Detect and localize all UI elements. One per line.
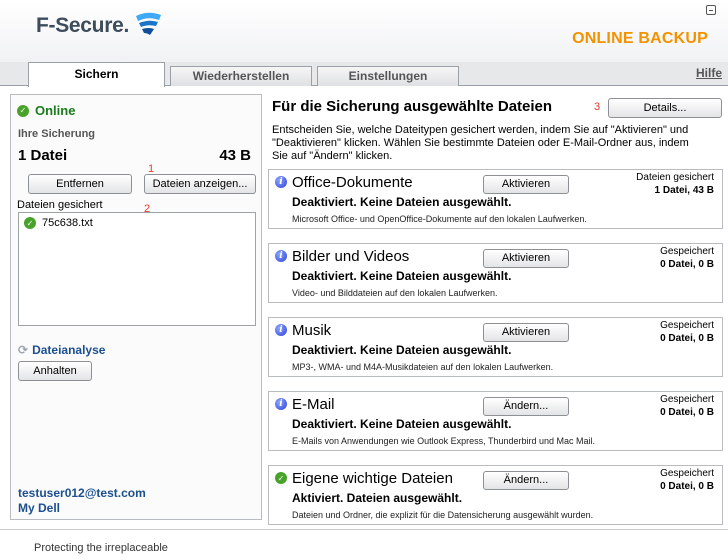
app-header: F-Secure. ONLINE BACKUP	[0, 0, 728, 62]
category-meta-value: 0 Datei, 0 B	[660, 333, 714, 344]
show-files-button[interactable]: Dateien anzeigen...	[144, 174, 256, 194]
check-icon: ✓	[17, 104, 29, 117]
info-icon: i	[275, 176, 287, 188]
category-meta-value: 0 Datei, 0 B	[660, 407, 714, 418]
activate-office-button[interactable]: Aktivieren	[483, 175, 569, 194]
app-footer: Protecting the irreplaceable	[0, 530, 728, 560]
backup-label: Ihre Sicherung	[18, 128, 96, 140]
category-title: Musik	[292, 322, 332, 339]
category-description: Microsoft Office- und OpenOffice-Dokumen…	[292, 214, 587, 224]
tab-sichern[interactable]: Sichern	[28, 62, 165, 87]
tab-wiederherstellen[interactable]: Wiederherstellen	[170, 66, 312, 87]
category-status: Deaktiviert. Keine Dateien ausgewählt.	[292, 417, 512, 431]
my-dell-link[interactable]: My Dell	[18, 501, 60, 515]
category-status: Deaktiviert. Keine Dateien ausgewählt.	[292, 195, 512, 209]
category-title: Eigene wichtige Dateien	[292, 470, 453, 487]
refresh-icon: ⟳	[18, 343, 29, 357]
file-analysis-label: Dateianalyse	[32, 343, 106, 357]
selected-files-title: Für die Sicherung ausgewählte Dateien	[272, 98, 553, 115]
file-name: 75c638.txt	[42, 217, 93, 229]
help-link[interactable]: Hilfe	[696, 66, 722, 80]
brand-tagline: Protecting the irreplaceable	[34, 542, 168, 554]
info-icon: i	[275, 324, 287, 336]
category-status: Deaktiviert. Keine Dateien ausgewählt.	[292, 343, 512, 357]
main-tab-bar: Sichern Wiederherstellen Einstellungen H…	[0, 62, 728, 87]
category-meta-label: Gespeichert	[660, 394, 714, 405]
category-important-files: ✓ Eigene wichtige Dateien Ändern... Gesp…	[268, 465, 723, 525]
backup-size: 43 B	[219, 147, 251, 164]
details-button[interactable]: Details...	[608, 98, 722, 118]
change-important-files-button[interactable]: Ändern...	[483, 471, 569, 490]
category-meta-value: 0 Datei, 0 B	[660, 259, 714, 270]
backup-content: ✓ Online Ihre Sicherung 1 Datei 43 B Ent…	[0, 86, 728, 530]
file-analysis-status: ⟳ Dateianalyse	[18, 343, 105, 357]
online-status: ✓ Online	[17, 103, 75, 118]
category-title: E-Mail	[292, 396, 335, 413]
product-title: ONLINE BACKUP	[572, 30, 708, 47]
info-icon: i	[275, 250, 287, 262]
category-status: Aktiviert. Dateien ausgewählt.	[292, 491, 463, 505]
category-meta-value: 1 Datei, 43 B	[654, 185, 714, 196]
tab-einstellungen[interactable]: Einstellungen	[317, 66, 459, 87]
remove-button[interactable]: Entfernen	[28, 174, 132, 194]
category-meta-label: Gespeichert	[660, 320, 714, 331]
backed-up-files-label: Dateien gesichert	[17, 199, 103, 211]
check-icon: ✓	[275, 472, 287, 484]
category-description: Dateien und Ordner, die explizit für die…	[292, 510, 594, 520]
category-meta-value: 0 Datei, 0 B	[660, 481, 714, 492]
annotation-marker-3: 3	[594, 101, 601, 113]
category-meta-label: Dateien gesichert	[636, 172, 714, 183]
category-meta-label: Gespeichert	[660, 468, 714, 479]
list-item[interactable]: ✓ 75c638.txt	[24, 217, 93, 229]
category-images-videos: i Bilder und Videos Aktivieren Gespeiche…	[268, 243, 723, 303]
category-description: Video- und Bilddateien auf den lokalen L…	[292, 288, 498, 298]
online-status-label: Online	[35, 103, 76, 118]
user-email[interactable]: testuser012@test.com	[18, 486, 146, 500]
category-description: MP3-, WMA- und M4A-Musikdateien auf den …	[292, 362, 554, 372]
backed-up-files-list[interactable]: ✓ 75c638.txt	[18, 212, 256, 326]
category-email: i E-Mail Ändern... Gespeichert 0 Datei, …	[268, 391, 723, 451]
change-email-button[interactable]: Ändern...	[483, 397, 569, 416]
pause-button[interactable]: Anhalten	[18, 361, 92, 381]
category-music: i Musik Aktivieren Gespeichert 0 Datei, …	[268, 317, 723, 377]
category-description: E-Mails von Anwendungen wie Outlook Expr…	[292, 436, 595, 446]
category-office-documents: i Office-Dokumente Aktivieren Dateien ge…	[268, 169, 723, 229]
activate-images-button[interactable]: Aktivieren	[483, 249, 569, 268]
activate-music-button[interactable]: Aktivieren	[483, 323, 569, 342]
backup-summary-panel: ✓ Online Ihre Sicherung 1 Datei 43 B Ent…	[10, 94, 262, 520]
selection-instructions: Entscheiden Sie, welche Dateitypen gesic…	[272, 124, 689, 162]
brand-logo: F-Secure.	[36, 12, 164, 38]
check-icon: ✓	[24, 217, 36, 229]
annotation-marker-1: 1	[148, 163, 155, 175]
category-status: Deaktiviert. Keine Dateien ausgewählt.	[292, 269, 512, 283]
minimize-window-icon[interactable]	[706, 5, 716, 15]
category-title: Bilder und Videos	[292, 248, 410, 265]
shield-logo-icon	[136, 12, 161, 35]
category-meta-label: Gespeichert	[660, 246, 714, 257]
brand-name: F-Secure.	[36, 14, 129, 37]
backup-file-count: 1 Datei	[18, 147, 68, 164]
info-icon: i	[275, 398, 287, 410]
category-title: Office-Dokumente	[292, 174, 413, 191]
